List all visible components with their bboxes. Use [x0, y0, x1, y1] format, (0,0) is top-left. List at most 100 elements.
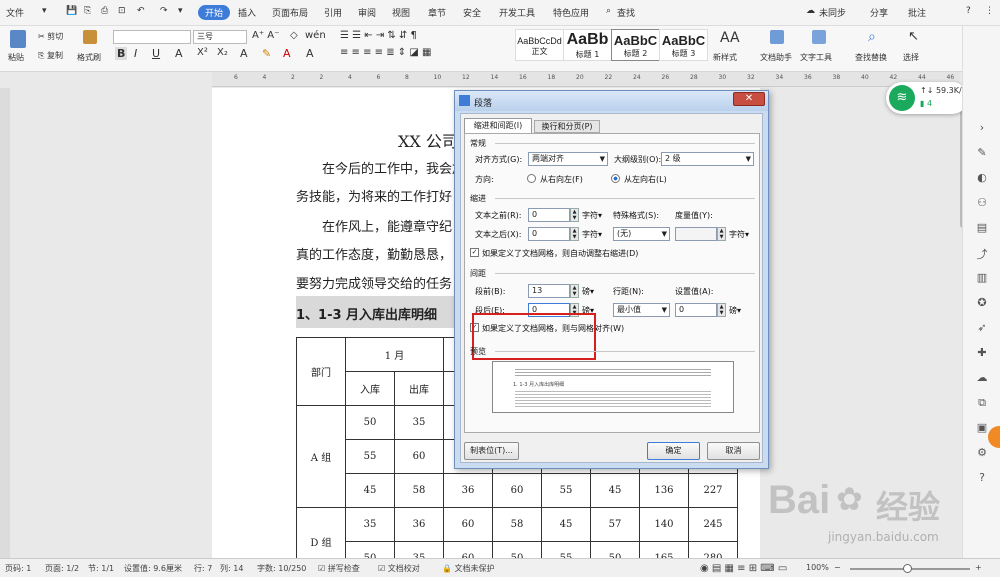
spell-check-button[interactable]: ☑ 拼写检查 [318, 563, 360, 574]
pinyin-icon[interactable]: wén [305, 30, 326, 41]
measure-input[interactable] [675, 227, 717, 241]
sync-status[interactable]: 未同步 [819, 6, 846, 19]
style-normal[interactable]: AaBbCcDd 正文 [515, 29, 564, 61]
share-icon[interactable]: ⤴ [973, 246, 991, 261]
redo-icon[interactable]: ↷ [160, 6, 168, 16]
share-button[interactable]: 分享 [870, 6, 888, 19]
tab-indent-spacing[interactable]: 缩进和间距(I) [464, 118, 532, 133]
document-icon[interactable]: ▤ [973, 221, 991, 235]
paint-icon[interactable]: ◐ [973, 171, 991, 185]
unit-char[interactable]: 字符▾ [729, 229, 749, 240]
superscript-button[interactable]: X² [197, 47, 208, 58]
zoom-in-icon[interactable]: + [975, 563, 982, 572]
rocket-icon[interactable]: ➶ [973, 321, 991, 335]
tab-review[interactable]: 审阅 [358, 6, 376, 19]
search-icon[interactable]: ⌕ [606, 6, 611, 16]
tab-page-layout[interactable]: 页面布局 [272, 6, 308, 19]
tab-special-apps[interactable]: 特色应用 [553, 6, 589, 19]
font-color-button[interactable]: A [283, 47, 291, 60]
sync-icon[interactable]: ☁ [806, 6, 815, 16]
horizontal-ruler[interactable]: 6 4 2 2 4 6 8 10 12 14 16 18 20 22 24 26 28 30 32 34 36 38 40 4… [212, 72, 960, 87]
comment-button[interactable]: 批注 [908, 6, 926, 19]
spinner[interactable]: ▲ ▼ [717, 227, 726, 241]
spinner[interactable]: ▲ ▼ [570, 227, 579, 241]
text-tool-button[interactable]: 文字工具 [800, 52, 832, 63]
proofread-button[interactable]: ☑ 文档校对 [378, 563, 420, 574]
new-style-button[interactable]: 新样式 [713, 52, 737, 63]
before-text-input[interactable]: 0 [528, 208, 570, 222]
view-mode-icons[interactable]: ◉ ▤ ▦ ≡ ⊞ ⌨ ▭ [700, 563, 787, 574]
text-tool-icon[interactable] [812, 30, 826, 44]
tab-stops-button[interactable]: 制表位(T)... [464, 442, 519, 460]
search-label[interactable]: 查找 [617, 6, 635, 19]
doc-protection-button[interactable]: 🔒 文档未保护 [442, 563, 495, 574]
status-page[interactable]: 页面: 1/2 [45, 563, 79, 574]
arrow-right-icon[interactable]: › [973, 121, 991, 135]
style-heading-1[interactable]: AaBb 标题 1 [563, 29, 612, 61]
print-icon[interactable]: ⎙ [101, 6, 108, 16]
spinner[interactable]: ▲ ▼ [570, 284, 579, 298]
special-format-select[interactable]: (无) ▼ [613, 227, 670, 241]
ltr-radio[interactable] [611, 174, 620, 183]
status-setting[interactable]: 设置值: 9.6厘米 [124, 563, 182, 574]
floating-badge[interactable] [988, 426, 1000, 448]
ok-button[interactable]: 确定 [647, 442, 700, 460]
style-heading-2[interactable]: AaBbC 标题 2 [611, 29, 660, 61]
space-before-input[interactable]: 13 [528, 284, 570, 298]
paste-icon[interactable] [10, 30, 26, 48]
after-text-input[interactable]: 0 [528, 227, 570, 241]
menu-file[interactable]: 文件 [6, 6, 24, 19]
format-painter-icon[interactable] [83, 30, 97, 44]
strikethrough-button[interactable]: A [175, 47, 183, 60]
grow-font-icon[interactable]: A⁺ A⁻ [252, 30, 279, 41]
status-page-number[interactable]: 页码: 1 [5, 563, 31, 574]
tab-start[interactable]: 开始 [198, 5, 231, 20]
people-icon[interactable]: ⚇ [973, 196, 991, 210]
italic-button[interactable]: I [134, 47, 137, 60]
tab-developer[interactable]: 开发工具 [499, 6, 535, 19]
paste-button[interactable]: 粘贴 [8, 52, 24, 63]
bullet-list-icon[interactable]: ☰ ☰ ⇤ ⇥ ⇅ ⇵ ¶ [340, 30, 417, 41]
save-icon[interactable]: 💾 [66, 6, 77, 16]
new-style-icon[interactable]: AA [720, 30, 740, 46]
select-icon[interactable]: ↖ [908, 29, 919, 44]
status-row[interactable]: 行: 7 [194, 563, 212, 574]
network-speed-widget[interactable]: ≋ ↑↓ 59.3K/s ▮ 4 [886, 82, 968, 114]
subscript-button[interactable]: X₂ [217, 47, 228, 58]
help-icon[interactable]: ? [966, 6, 971, 16]
spinner[interactable]: ▲ ▼ [570, 208, 579, 222]
setting-value-input[interactable]: 0 [675, 303, 717, 317]
zoom-level[interactable]: 100% [806, 563, 829, 572]
copy-button[interactable]: ⎘ 复制 [38, 50, 63, 61]
cloud-icon[interactable]: ☁ [973, 371, 991, 385]
zoom-slider-thumb[interactable] [903, 564, 912, 573]
unit-pt[interactable]: 磅▾ [582, 286, 594, 297]
compare-icon[interactable]: ⧉ [973, 396, 991, 410]
tab-chapter[interactable]: 章节 [428, 6, 446, 19]
settings-icon[interactable]: ⚙ [973, 446, 991, 460]
font-name-select[interactable] [113, 30, 191, 44]
cancel-button[interactable]: 取消 [707, 442, 760, 460]
vertical-ruler[interactable] [0, 88, 10, 558]
find-replace-button[interactable]: 查找替换 [855, 52, 887, 63]
unit-char[interactable]: 字符▾ [582, 210, 602, 221]
tab-security[interactable]: 安全 [463, 6, 481, 19]
text-effect-button[interactable]: A [240, 47, 248, 60]
dialog-titlebar[interactable]: 段落 ✕ [455, 91, 768, 111]
highlight-button[interactable]: ✎ [262, 47, 271, 60]
underline-button[interactable]: U [152, 47, 160, 60]
close-button[interactable]: ✕ [733, 92, 765, 106]
font-size-select[interactable]: 三号 [193, 30, 247, 44]
pen-icon[interactable]: ✎ [973, 146, 991, 160]
grid-indent-checkbox[interactable]: ✓ [470, 248, 479, 257]
status-column[interactable]: 列: 14 [220, 563, 243, 574]
bold-button[interactable]: B [115, 47, 128, 60]
find-replace-icon[interactable]: ⌕ [868, 29, 876, 45]
undo-icon[interactable]: ↶ [137, 6, 145, 16]
status-section[interactable]: 节: 1/1 [88, 563, 114, 574]
tab-insert[interactable]: 插入 [238, 6, 256, 19]
zoom-out-icon[interactable]: − [834, 563, 841, 572]
outline-level-select[interactable]: 2 级 ▼ [661, 152, 754, 166]
chart-icon[interactable]: ▥ [973, 271, 991, 285]
chevron-down-icon[interactable]: ▾ [42, 6, 47, 16]
